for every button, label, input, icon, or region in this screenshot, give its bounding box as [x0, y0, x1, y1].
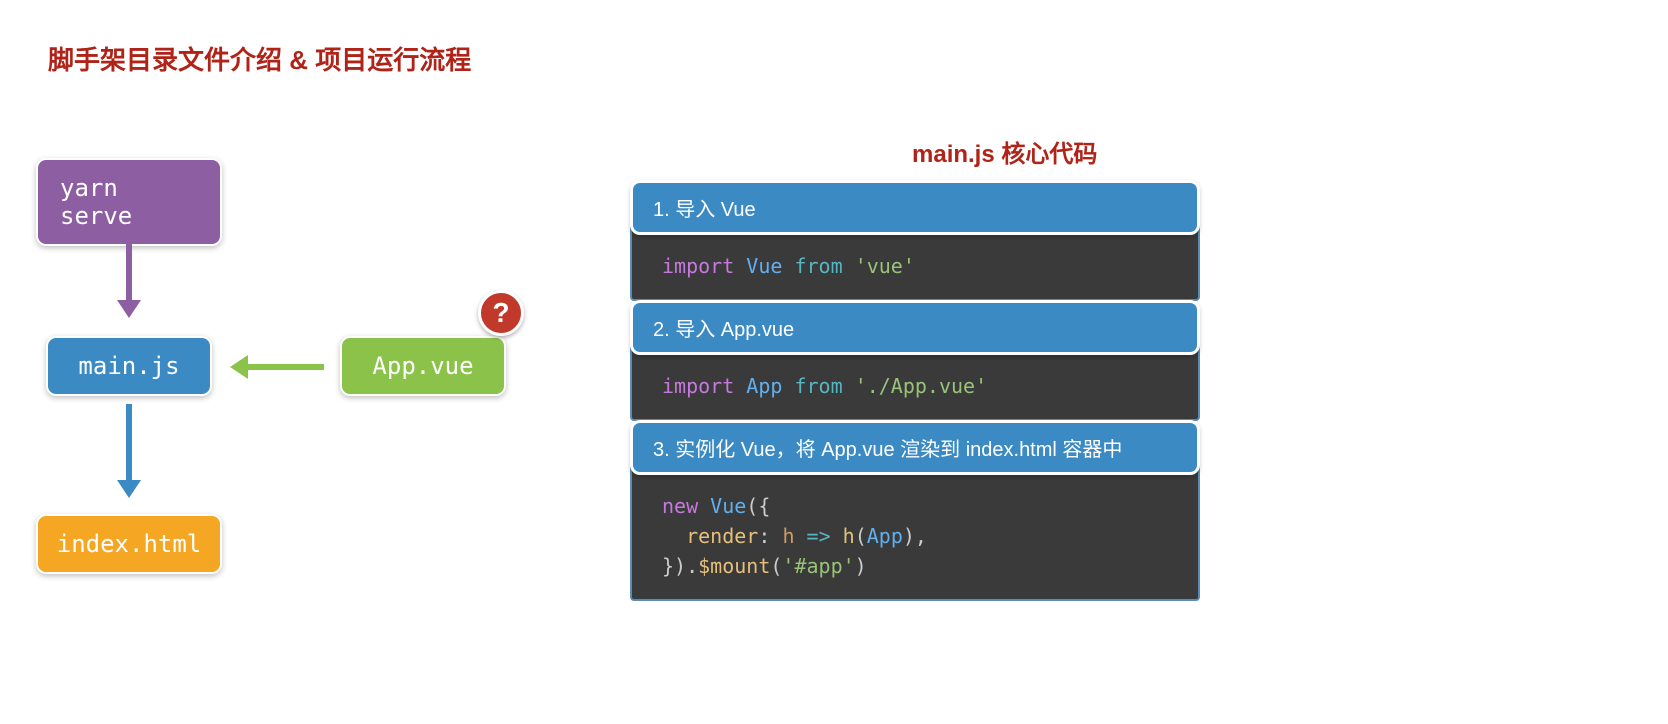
- code-body-3: new Vue({ render: h => h(App), }).$mount…: [630, 465, 1200, 601]
- arrow-yarn-to-main: [126, 224, 132, 304]
- code-header-2: 2. 导入 App.vue: [630, 300, 1200, 355]
- question-badge: ?: [478, 290, 524, 336]
- arrow-main-to-index: [126, 404, 132, 484]
- code-section-1: 1. 导入 Vue import Vue from 'vue': [630, 180, 1200, 301]
- code-panel-title: main.js 核心代码: [912, 134, 1097, 169]
- code-header-3: 3. 实例化 Vue，将 App.vue 渲染到 index.html 容器中: [630, 420, 1200, 475]
- code-body-1: import Vue from 'vue': [630, 225, 1200, 301]
- arrow-app-to-main: [244, 364, 324, 370]
- code-header-1: 1. 导入 Vue: [630, 180, 1200, 235]
- box-app-vue: App.vue: [340, 336, 506, 396]
- code-body-2: import App from './App.vue': [630, 345, 1200, 421]
- code-section-3: 3. 实例化 Vue，将 App.vue 渲染到 index.html 容器中 …: [630, 420, 1200, 601]
- code-section-2: 2. 导入 App.vue import App from './App.vue…: [630, 300, 1200, 421]
- box-index-html: index.html: [36, 514, 222, 574]
- box-main-js: main.js: [46, 336, 212, 396]
- page-title: 脚手架目录文件介绍 & 项目运行流程: [48, 40, 471, 77]
